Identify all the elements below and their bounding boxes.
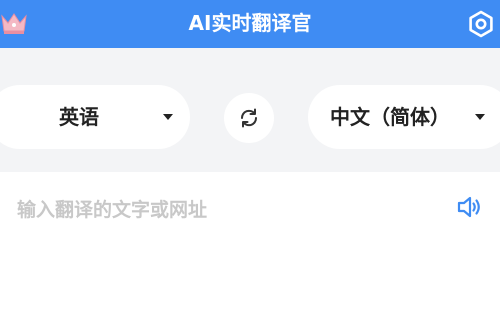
language-selector-bar: 英语 中文（简体） (0, 48, 500, 172)
app-header: AI实时翻译官 (0, 0, 500, 48)
settings-hexagon-icon[interactable] (466, 9, 496, 39)
target-language-label: 中文（简体） (330, 105, 450, 129)
chevron-down-icon (163, 114, 173, 120)
input-placeholder: 输入翻译的文字或网址 (17, 199, 208, 221)
speaker-icon[interactable] (455, 193, 483, 221)
swap-arrows-icon (240, 108, 258, 128)
chevron-down-icon (475, 114, 485, 120)
source-language-dropdown[interactable]: 英语 (0, 85, 190, 149)
app-title: AI实时翻译官 (188, 11, 312, 35)
source-language-label: 英语 (59, 105, 99, 129)
swap-languages-button[interactable] (224, 93, 274, 143)
target-language-dropdown[interactable]: 中文（简体） (308, 85, 500, 149)
translation-input-area[interactable]: 输入翻译的文字或网址 (0, 172, 500, 333)
